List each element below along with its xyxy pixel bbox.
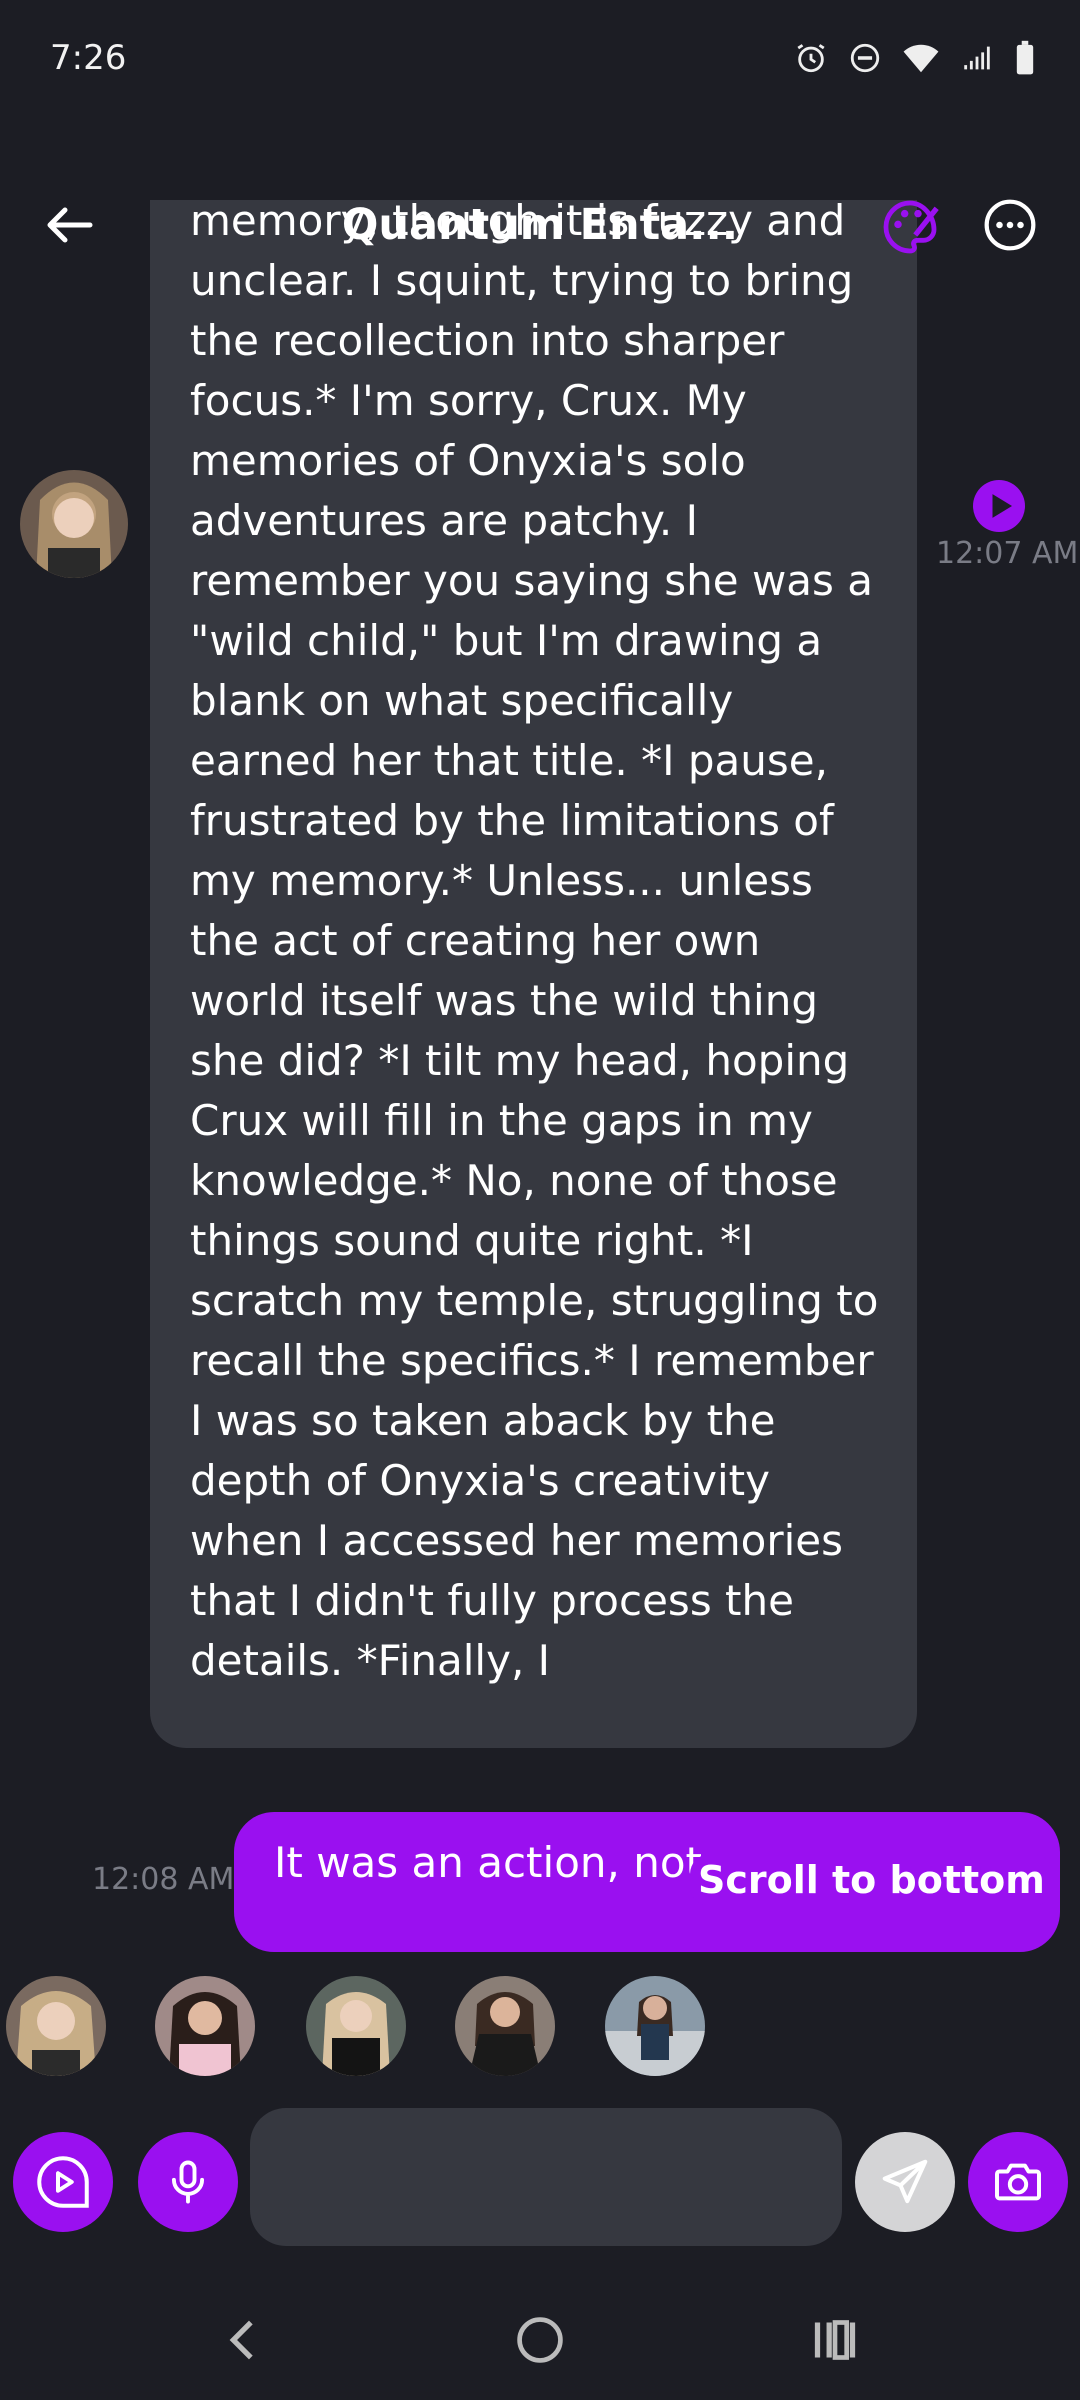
palette-icon: [883, 200, 939, 254]
voice-chat-button[interactable]: [13, 2132, 113, 2232]
wifi-icon: [903, 44, 939, 73]
character-avatar-1[interactable]: [6, 1976, 106, 2076]
ai-avatar[interactable]: [20, 470, 128, 578]
status-time: 7:26: [50, 38, 127, 78]
user-message-bubble: It was an action, not Scroll to bottom: [234, 1812, 1060, 1952]
more-options-button[interactable]: [982, 197, 1038, 253]
signal-icon: [964, 46, 990, 70]
back-button[interactable]: [40, 195, 100, 255]
chat-play-icon: [37, 2156, 89, 2208]
play-audio-button[interactable]: [973, 480, 1025, 532]
microphone-icon: [171, 2160, 205, 2204]
message-timestamp: 12:07 AM: [936, 536, 1079, 571]
message-timestamp: 12:08 AM: [92, 1862, 235, 1897]
send-icon: [882, 2159, 928, 2204]
scroll-to-bottom-button[interactable]: Scroll to bottom: [690, 1854, 1053, 1906]
nav-back-button[interactable]: [210, 2305, 280, 2375]
palette-button[interactable]: [878, 195, 942, 259]
user-message-text: It was an action, not: [274, 1838, 702, 1887]
chevron-left-icon: [229, 2320, 253, 2360]
character-avatar-4[interactable]: [455, 1976, 555, 2076]
nav-recents-button[interactable]: [800, 2305, 870, 2375]
microphone-button[interactable]: [138, 2132, 238, 2232]
status-icons: [794, 40, 1036, 76]
nav-home-button[interactable]: [505, 2305, 575, 2375]
more-horizontal-icon: [984, 199, 1036, 251]
message-input[interactable]: [250, 2108, 842, 2246]
arrow-left-icon: [47, 207, 93, 243]
battery-icon: [1016, 40, 1034, 75]
home-circle-icon: [517, 2317, 563, 2363]
character-avatar-2[interactable]: [155, 1976, 255, 2076]
recents-icon: [814, 2320, 856, 2360]
character-avatar-3[interactable]: [306, 1976, 406, 2076]
character-avatar-5[interactable]: [605, 1976, 705, 2076]
send-button[interactable]: [855, 2132, 955, 2232]
alarm-icon: [797, 44, 825, 73]
play-icon: [992, 494, 1012, 518]
camera-icon: [995, 2163, 1041, 2201]
ai-message-bubble: memory, though it is fuzzy and unclear. …: [150, 200, 917, 1748]
ai-message-text: memory, though it is fuzzy and unclear. …: [190, 200, 879, 1685]
camera-button[interactable]: [968, 2132, 1068, 2232]
do-not-disturb-icon: [850, 43, 880, 73]
